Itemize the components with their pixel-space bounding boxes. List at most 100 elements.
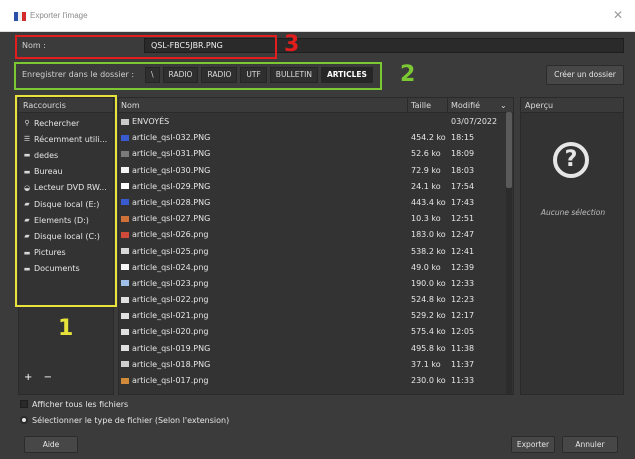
- show-all-files-label: Afficher tous les fichiers: [32, 399, 129, 409]
- file-date: 11:33: [451, 376, 475, 385]
- image-thumbnail-icon: [121, 167, 129, 174]
- file-date: 03/07/2022: [451, 117, 498, 126]
- flag-icon: [14, 12, 26, 21]
- annotation-box-1: [15, 95, 117, 307]
- file-row[interactable]: article_qsl-025.png 538.2 ko 12:41: [119, 243, 513, 259]
- file-size: 495.8 ko: [411, 343, 446, 353]
- export-button[interactable]: Exporter: [511, 436, 555, 453]
- column-date[interactable]: Modifié: [451, 101, 480, 110]
- column-size[interactable]: Taille: [411, 101, 431, 110]
- preview-header: Aperçu: [521, 98, 623, 113]
- file-name: article_qsl-031.PNG: [121, 149, 210, 158]
- file-row[interactable]: article_qsl-026.png 183.0 ko 12:47: [119, 226, 513, 242]
- file-size: 190.0 ko: [411, 278, 446, 288]
- chevron-down-icon[interactable]: ⌄: [500, 101, 507, 110]
- annotation-number-1: 1: [58, 316, 74, 341]
- file-row[interactable]: article_qsl-031.PNG 52.6 ko 18:09: [119, 145, 513, 161]
- file-size: 524.8 ko: [411, 295, 446, 305]
- file-row[interactable]: article_qsl-021.png 529.2 ko 12:17: [119, 307, 513, 323]
- file-list: Nom Taille Modifié ⌄ ENVOYÉS 03/07/2022 ar…: [118, 97, 514, 395]
- file-row[interactable]: article_qsl-019.PNG 495.8 ko 11:38: [119, 340, 513, 356]
- file-name: article_qsl-022.png: [121, 295, 209, 304]
- file-size: 10.3 ko: [411, 214, 441, 224]
- file-name: article_qsl-021.png: [121, 311, 209, 320]
- file-name: article_qsl-027.PNG: [121, 214, 210, 223]
- file-name: article_qsl-018.PNG: [121, 360, 210, 369]
- image-thumbnail-icon: [121, 231, 129, 238]
- file-row[interactable]: article_qsl-017.png 230.0 ko 11:33: [119, 372, 513, 388]
- folder-row[interactable]: ENVOYÉS 03/07/2022: [119, 113, 513, 129]
- remove-shortcut-button[interactable]: −: [44, 372, 52, 383]
- file-date: 11:38: [451, 343, 475, 353]
- close-icon[interactable]: ✕: [613, 8, 623, 22]
- image-thumbnail-icon: [121, 345, 129, 352]
- image-thumbnail-icon: [121, 199, 129, 206]
- image-thumbnail-icon: [121, 312, 129, 319]
- image-thumbnail-icon: [121, 248, 129, 254]
- file-row[interactable]: article_qsl-018.PNG 37.1 ko 11:37: [119, 356, 513, 372]
- file-name: article_qsl-029.PNG: [121, 182, 210, 191]
- file-rows: ENVOYÉS 03/07/2022 article_qsl-032.PNG 454.…: [119, 113, 513, 388]
- checkbox[interactable]: [20, 400, 28, 408]
- file-row[interactable]: article_qsl-020.png 575.4 ko 12:05: [119, 323, 513, 339]
- radio[interactable]: [20, 416, 28, 424]
- file-row[interactable]: article_qsl-028.PNG 443.4 ko 17:43: [119, 194, 513, 210]
- scroll-thumb[interactable]: [506, 112, 512, 188]
- file-row[interactable]: article_qsl-022.png 524.8 ko 12:23: [119, 291, 513, 307]
- image-thumbnail-icon: [121, 264, 129, 271]
- file-date: 17:54: [451, 181, 475, 191]
- preview-panel: Aperçu ? Aucune sélection: [520, 97, 624, 395]
- image-thumbnail-icon: [121, 377, 129, 384]
- file-size: 454.2 ko: [411, 133, 446, 143]
- file-size: 49.0 ko: [411, 262, 441, 272]
- file-date: 18:09: [451, 149, 475, 159]
- image-thumbnail-icon: [121, 215, 129, 222]
- file-name-label: article_qsl-021.png: [132, 311, 209, 321]
- file-date: 18:15: [451, 133, 475, 143]
- image-thumbnail-icon: [121, 150, 129, 157]
- file-date: 11:37: [451, 359, 475, 369]
- create-folder-button[interactable]: Créer un dossier: [546, 65, 624, 85]
- image-thumbnail-icon: [121, 183, 129, 190]
- file-date: 12:17: [451, 311, 475, 321]
- file-size: 443.4 ko: [411, 197, 446, 207]
- file-type-option[interactable]: Sélectionner le type de fichier (Selon l…: [20, 412, 229, 428]
- file-size: 72.9 ko: [411, 165, 441, 175]
- file-row[interactable]: article_qsl-032.PNG 454.2 ko 18:15: [119, 129, 513, 145]
- image-thumbnail-icon: [121, 361, 129, 368]
- file-date: 12:47: [451, 230, 475, 240]
- file-row[interactable]: article_qsl-024.png 49.0 ko 12:39: [119, 259, 513, 275]
- file-name: article_qsl-019.PNG: [121, 344, 210, 353]
- file-name: article_qsl-028.PNG: [121, 198, 210, 207]
- show-all-files-option[interactable]: Afficher tous les fichiers: [20, 396, 229, 412]
- file-name: article_qsl-025.png: [121, 247, 209, 256]
- file-name-label: ENVOYÉS: [132, 117, 170, 126]
- file-name: article_qsl-023.png: [121, 279, 209, 288]
- file-name-label: article_qsl-029.PNG: [132, 181, 211, 191]
- add-shortcut-button[interactable]: +: [24, 372, 32, 383]
- file-name-label: article_qsl-030.PNG: [132, 165, 211, 175]
- column-separator: [407, 98, 408, 113]
- file-date: 12:05: [451, 327, 475, 337]
- column-name[interactable]: Nom: [121, 101, 140, 110]
- file-row[interactable]: article_qsl-023.png 190.0 ko 12:33: [119, 275, 513, 291]
- file-date: 12:33: [451, 278, 475, 288]
- file-row[interactable]: article_qsl-030.PNG 72.9 ko 18:03: [119, 162, 513, 178]
- help-button[interactable]: Aide: [24, 436, 78, 453]
- file-date: 12:41: [451, 246, 475, 256]
- file-size: 24.1 ko: [411, 181, 441, 191]
- cancel-button[interactable]: Annuler: [562, 436, 618, 453]
- file-type-label: Sélectionner le type de fichier (Selon l…: [32, 415, 230, 425]
- file-row[interactable]: article_qsl-027.PNG 10.3 ko 12:51: [119, 210, 513, 226]
- file-list-scrollbar[interactable]: [506, 112, 512, 394]
- file-name: article_qsl-032.PNG: [121, 133, 210, 142]
- file-size: 575.4 ko: [411, 327, 446, 337]
- file-name-label: article_qsl-020.png: [132, 327, 209, 337]
- file-size: 538.2 ko: [411, 246, 446, 256]
- options: Afficher tous les fichiers Sélectionner …: [20, 396, 229, 428]
- export-dialog: Nom : 3 Enregistrer dans le dossier : \ …: [0, 32, 635, 459]
- file-name-label: article_qsl-026.png: [132, 230, 209, 240]
- file-row[interactable]: article_qsl-029.PNG 24.1 ko 17:54: [119, 178, 513, 194]
- file-name-label: article_qsl-032.PNG: [132, 133, 211, 143]
- file-size: 52.6 ko: [411, 149, 441, 159]
